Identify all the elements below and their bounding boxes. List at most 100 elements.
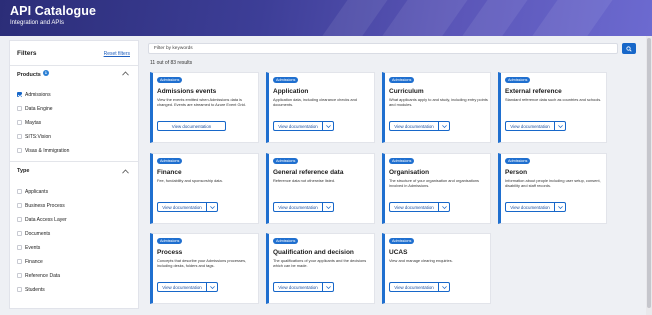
view-documentation-button[interactable]: View documentation	[505, 121, 554, 131]
product-tag: Admissions	[389, 238, 415, 244]
api-card: Admissions Admissions events View the even…	[150, 72, 259, 143]
app-header: API Catalogue Integration and APIs	[0, 0, 652, 36]
dropdown-toggle-button[interactable]	[322, 121, 334, 131]
divider	[10, 65, 138, 66]
card-description: Information about people including user …	[505, 178, 601, 189]
view-documentation-button[interactable]: View documentation	[273, 282, 322, 292]
card-description: Application data, including clearance ch…	[273, 97, 357, 108]
product-tag: Admissions	[273, 77, 299, 83]
type-filter-label: Business Process	[25, 202, 65, 209]
product-tag: Admissions	[505, 158, 531, 164]
card-description: The qualifications of your applicants an…	[273, 258, 367, 269]
checkbox[interactable]	[17, 203, 22, 208]
view-documentation-button[interactable]: View documentation	[273, 202, 322, 212]
dropdown-toggle-button[interactable]	[322, 202, 334, 212]
dropdown-toggle-button[interactable]	[206, 282, 218, 292]
search-input[interactable]: Filter by keywords	[148, 43, 618, 54]
card-title: Finance	[157, 169, 182, 176]
card-description: View and manage clearing enquiries.	[389, 258, 453, 263]
checkbox[interactable]	[17, 92, 22, 97]
type-filter-option[interactable]: Students	[17, 285, 45, 294]
checkbox[interactable]	[17, 217, 22, 222]
reset-filters-link[interactable]: Reset filters	[104, 51, 130, 57]
api-card: Admissions External reference Standard ref…	[498, 72, 607, 143]
type-filter-option[interactable]: Data Access Layer	[17, 215, 67, 224]
filters-panel: Filters Reset filters Products 1 Admissio…	[9, 40, 139, 309]
checkbox[interactable]	[17, 273, 22, 278]
chevron-down-icon	[441, 285, 447, 289]
type-filter-option[interactable]: Documents	[17, 229, 50, 238]
chevron-down-icon	[209, 205, 215, 209]
checkbox[interactable]	[17, 189, 22, 194]
checkbox[interactable]	[17, 120, 22, 125]
view-documentation-button[interactable]: View documentation	[157, 202, 206, 212]
products-count-badge: 1	[42, 70, 49, 76]
type-section-header[interactable]: Type	[17, 168, 29, 174]
card-description: What applicants apply to and study, incl…	[389, 97, 488, 108]
api-card: Admissions UCAS View and manage clearing e…	[382, 233, 491, 304]
products-section-header[interactable]: Products 1	[17, 70, 49, 78]
view-documentation-button[interactable]: View documentation	[273, 121, 322, 131]
chevron-down-icon	[325, 285, 331, 289]
type-title: Type	[17, 168, 30, 174]
dropdown-toggle-button[interactable]	[438, 282, 450, 292]
card-description: Concepts that describe your Admissions p…	[157, 258, 247, 269]
card-title: Person	[505, 169, 528, 176]
product-filter-option[interactable]: Maytas	[17, 118, 41, 127]
product-filter-label: Maytas	[25, 119, 42, 126]
view-documentation-button[interactable]: View documentation	[157, 282, 206, 292]
view-documentation-button[interactable]: View documentation	[389, 202, 438, 212]
chevron-up-icon[interactable]	[122, 169, 129, 174]
type-filter-option[interactable]: Business Process	[17, 201, 65, 210]
type-filter-label: Students	[25, 286, 45, 293]
checkbox[interactable]	[17, 106, 22, 111]
type-filter-option[interactable]: Events	[17, 243, 40, 252]
scrollbar-thumb[interactable]	[647, 38, 651, 308]
checkbox[interactable]	[17, 287, 22, 292]
chevron-down-icon	[325, 124, 331, 128]
dropdown-toggle-button[interactable]	[438, 121, 450, 131]
card-title: Organisation	[389, 169, 430, 176]
checkbox[interactable]	[17, 245, 22, 250]
product-tag: Admissions	[505, 77, 531, 83]
dropdown-toggle-button[interactable]	[554, 202, 566, 212]
product-filter-option[interactable]: Admissions	[17, 90, 51, 99]
card-title: External reference	[505, 88, 562, 95]
checkbox[interactable]	[17, 259, 22, 264]
product-filter-option[interactable]: SITS:Vision	[17, 132, 51, 141]
type-filter-option[interactable]: Applicants	[17, 187, 48, 196]
dropdown-toggle-button[interactable]	[206, 202, 218, 212]
chevron-up-icon[interactable]	[122, 71, 129, 76]
product-tag: Admissions	[389, 77, 415, 83]
view-documentation-button[interactable]: View documentation	[389, 282, 438, 292]
view-documentation-button[interactable]: View documentation	[505, 202, 554, 212]
view-documentation-button[interactable]: View documentation	[157, 121, 226, 131]
type-filter-option[interactable]: Finance	[17, 257, 43, 266]
checkbox[interactable]	[17, 148, 22, 153]
product-filter-option[interactable]: Data Engine	[17, 104, 53, 113]
results-count: 11 out of 83 results	[150, 60, 193, 66]
api-card: Admissions Person Information about people…	[498, 153, 607, 224]
product-tag: Admissions	[273, 158, 299, 164]
dropdown-toggle-button[interactable]	[438, 202, 450, 212]
checkbox[interactable]	[17, 231, 22, 236]
card-description: Fee, fundability and sponsorship data.	[157, 178, 223, 183]
card-description: Standard reference data such as countrie…	[505, 97, 602, 102]
checkbox[interactable]	[17, 134, 22, 139]
product-tag: Admissions	[157, 158, 183, 164]
api-card: Admissions Finance Fee, fundability and sp…	[150, 153, 259, 224]
search-button[interactable]	[622, 43, 636, 54]
view-documentation-button[interactable]: View documentation	[389, 121, 438, 131]
card-title: Admissions events	[157, 88, 217, 95]
card-title: UCAS	[389, 249, 408, 256]
api-card: Admissions Process Concepts that describe …	[150, 233, 259, 304]
chevron-down-icon	[557, 124, 563, 128]
chevron-down-icon	[209, 285, 215, 289]
products-title: Products	[17, 72, 41, 78]
dropdown-toggle-button[interactable]	[322, 282, 334, 292]
product-filter-option[interactable]: Visas & Immigration	[17, 146, 69, 155]
page-title: API Catalogue	[10, 4, 97, 18]
card-title: Application	[273, 88, 309, 95]
dropdown-toggle-button[interactable]	[554, 121, 566, 131]
type-filter-option[interactable]: Reference Data	[17, 271, 60, 280]
